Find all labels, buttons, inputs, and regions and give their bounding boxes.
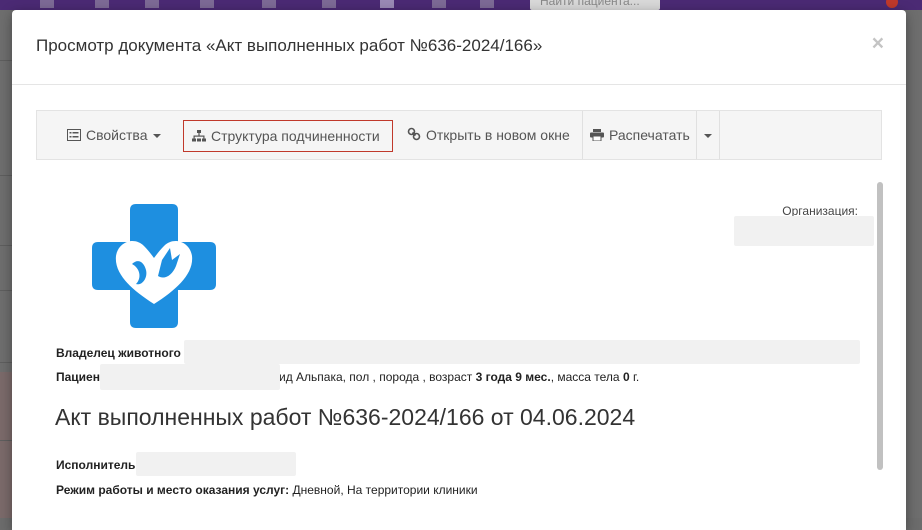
background-divider <box>0 175 12 176</box>
executor-field: Исполнитель <box>56 458 135 472</box>
modal-title: Просмотр документа «Акт выполненных рабо… <box>36 36 543 55</box>
topbar-icon[interactable] <box>432 0 446 8</box>
document-scrollbar[interactable] <box>877 182 883 470</box>
topbar-icon[interactable] <box>322 0 336 8</box>
service-mode-field: Режим работы и место оказания услуг: Дне… <box>56 483 478 497</box>
topbar-icon[interactable] <box>380 0 394 8</box>
printer-icon <box>590 112 604 160</box>
background-divider <box>0 290 12 291</box>
modal-header: Просмотр документа «Акт выполненных рабо… <box>12 10 906 85</box>
background-divider <box>0 245 12 246</box>
topbar-icon[interactable] <box>145 0 159 8</box>
owner-label: Владелец животного <box>56 346 181 360</box>
open-new-window-button[interactable]: Открыть в новом окне <box>407 111 570 159</box>
organization-value-redacted <box>734 216 874 246</box>
patient-weight-prefix: , масса тела <box>550 370 623 384</box>
print-options-button[interactable] <box>697 111 719 159</box>
open-new-window-label: Открыть в новом окне <box>426 127 570 143</box>
list-icon <box>67 112 81 160</box>
hierarchy-label: Структура подчиненности <box>211 128 380 144</box>
owner-field: Владелец животного <box>56 346 181 360</box>
executor-value-redacted <box>136 452 296 476</box>
print-label: Распечатать <box>609 127 690 143</box>
topbar-icon[interactable] <box>480 0 494 8</box>
patient-label: Пациен <box>56 370 100 384</box>
app-topbar <box>0 0 922 10</box>
patient-age: 3 года 9 мес. <box>475 370 551 384</box>
patient-species: ид Альпака, пол , порода , возраст <box>278 370 476 384</box>
document-title: Акт выполненных работ №636-2024/166 от 0… <box>55 404 636 430</box>
document-body: Организация: Владелец животного Пациен ид… <box>12 160 906 530</box>
background-right <box>906 10 922 518</box>
topbar-icon[interactable] <box>95 0 109 8</box>
patient-name-redacted-box <box>100 364 280 390</box>
clinic-logo <box>92 204 216 328</box>
executor-label: Исполнитель <box>56 458 136 472</box>
topbar-icon[interactable] <box>40 0 54 8</box>
background-divider <box>0 60 12 61</box>
properties-dropdown-button[interactable]: Свойства <box>67 111 162 160</box>
link-icon <box>407 112 421 160</box>
topbar-icon[interactable] <box>200 0 214 8</box>
print-button[interactable]: Распечатать <box>590 111 690 159</box>
caret-down-icon <box>153 134 162 139</box>
hierarchy-structure-button[interactable]: Структура подчиненности <box>183 120 393 152</box>
patient-search-input[interactable]: Найти пациента... <box>530 0 660 10</box>
document-preview-modal: Просмотр документа «Акт выполненных рабо… <box>12 10 906 530</box>
patient-weight-unit: г. <box>629 370 640 384</box>
service-mode-label: Режим работы и место оказания услуг: <box>56 483 290 497</box>
close-icon[interactable]: × <box>872 32 884 56</box>
document-toolbar: Свойства Структура подчиненности Открыть… <box>36 110 882 160</box>
properties-label: Свойства <box>86 127 148 143</box>
topbar-icon[interactable] <box>262 0 276 8</box>
background-divider <box>0 440 12 441</box>
background-divider <box>0 362 12 363</box>
caret-down-icon <box>704 134 712 139</box>
sitemap-icon <box>192 122 206 152</box>
patient-weight: 0 <box>622 370 630 384</box>
owner-value-redacted <box>184 340 860 364</box>
service-mode-value: Дневной, На территории клиники <box>289 483 478 497</box>
background-highlight-row <box>0 372 12 518</box>
toolbar-divider <box>719 111 720 159</box>
toolbar-divider <box>582 111 583 159</box>
